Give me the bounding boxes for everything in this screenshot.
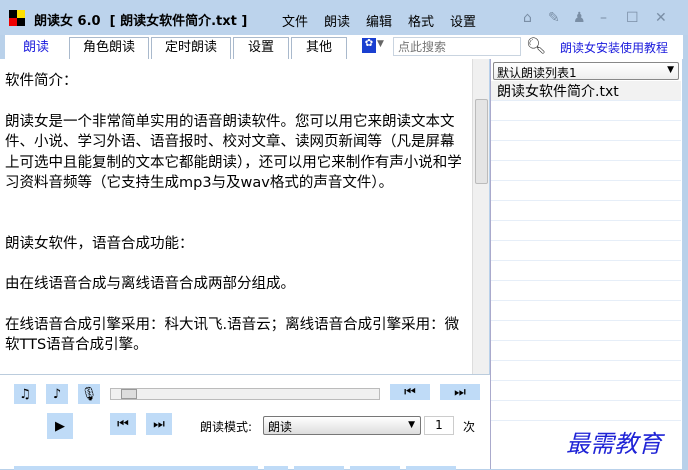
- chevron-down-icon: ▼: [408, 420, 415, 430]
- search-icon[interactable]: 🔍︎: [526, 36, 546, 55]
- empty-row: [491, 381, 681, 401]
- menu-file[interactable]: 文件: [282, 11, 308, 30]
- playback-controls: ♫ ♪ 🎙︎ ⏮ ⏭ ▶ ⏮ ⏭ 朗读模式: 朗读 ▼ 1 次: [0, 374, 490, 470]
- empty-row: [491, 281, 681, 301]
- maximize-icon[interactable]: ☐: [626, 10, 639, 26]
- text-editor[interactable]: 软件简介： 朗读女是一个非常简单实用的语音朗读软件。您可以用它来朗读文本文件、小…: [0, 59, 472, 374]
- window-title: 朗读女 6.0 [ 朗读女软件简介.txt ]: [34, 14, 248, 29]
- next-track-icon[interactable]: ⏭: [440, 384, 480, 400]
- bottom-button[interactable]: [406, 466, 456, 470]
- menu-settings[interactable]: 设置: [450, 11, 476, 30]
- repeat-unit-label: 次: [463, 420, 476, 434]
- playlist-item[interactable]: 朗读女软件简介.txt: [491, 81, 681, 101]
- tab-settings[interactable]: 设置: [233, 37, 289, 59]
- music-file-icon[interactable]: ♫: [14, 384, 36, 404]
- empty-row: [491, 401, 681, 421]
- paragraph: 朗读女软件，语音合成功能：: [5, 235, 194, 252]
- scroll-thumb[interactable]: [475, 99, 488, 184]
- close-icon[interactable]: ✕: [655, 10, 667, 26]
- playlist-select-value: 默认朗读列表1: [497, 66, 577, 80]
- menu-read[interactable]: 朗读: [324, 11, 350, 30]
- empty-row: [491, 341, 681, 361]
- title-bar: 朗读女 6.0 [ 朗读女软件简介.txt ] 文件 朗读 编辑 格式 设置 ⌂…: [0, 0, 688, 35]
- paragraph: 朗读女是一个非常简单实用的语音朗读软件。您可以用它来朗读文本文件、小说、学习外语…: [5, 113, 462, 192]
- bottom-button[interactable]: [14, 466, 258, 470]
- progress-scrollbar[interactable]: [110, 388, 380, 400]
- tool-icon[interactable]: ✎: [548, 10, 560, 26]
- empty-row: [491, 201, 681, 221]
- tab-role-read[interactable]: 角色朗读: [69, 37, 149, 59]
- tab-read[interactable]: 朗读: [5, 37, 67, 59]
- empty-row: [491, 101, 681, 121]
- paragraph: 由在线语音合成与离线语音合成两部分组成。: [5, 276, 295, 292]
- tab-bar: 朗读 角色朗读 定时朗读 设置 其他 ✿ ▼ 🔍︎ 朗读女安装使用教程: [5, 35, 683, 59]
- microphone-icon[interactable]: 🎙︎: [78, 384, 100, 404]
- music-note-icon[interactable]: ♪: [46, 384, 68, 404]
- empty-row: [491, 321, 681, 341]
- paragraph: 软件简介：: [5, 73, 78, 89]
- tutorial-link[interactable]: 朗读女安装使用教程: [560, 39, 668, 56]
- progress-thumb[interactable]: [121, 389, 137, 399]
- read-mode-label: 朗读模式:: [200, 420, 253, 434]
- search-input[interactable]: [393, 37, 521, 56]
- text-scrollbar[interactable]: [472, 59, 489, 374]
- watermark: 最需教育: [566, 430, 662, 458]
- chevron-down-icon: ▼: [667, 65, 674, 75]
- bottom-button[interactable]: [294, 466, 344, 470]
- empty-row: [491, 141, 681, 161]
- read-mode-select[interactable]: 朗读 ▼: [263, 416, 421, 435]
- empty-row: [491, 161, 681, 181]
- read-mode-value: 朗读: [268, 420, 293, 434]
- play-icon[interactable]: ▶: [47, 413, 73, 439]
- minimize-icon[interactable]: –: [600, 10, 607, 26]
- empty-row: [491, 181, 681, 201]
- bottom-button[interactable]: [350, 466, 400, 470]
- empty-row: [491, 221, 681, 241]
- playlist-panel: 默认朗读列表1 ▼ 朗读女软件简介.txt: [490, 59, 682, 469]
- empty-row: [491, 261, 681, 281]
- paragraph: 在线语音合成引擎采用：科大讯飞.语音云；离线语音合成引擎采用：微软TTS语音合成…: [5, 316, 460, 354]
- repeat-count-input[interactable]: 1: [424, 416, 454, 435]
- menu-format[interactable]: 格式: [408, 11, 434, 30]
- playlist-select[interactable]: 默认朗读列表1 ▼: [493, 62, 679, 80]
- tab-other[interactable]: 其他: [291, 37, 347, 59]
- empty-row: [491, 241, 681, 261]
- empty-row: [491, 301, 681, 321]
- tab-timed-read[interactable]: 定时朗读: [151, 37, 231, 59]
- menu-edit[interactable]: 编辑: [366, 11, 392, 30]
- prev-sentence-icon[interactable]: ⏮: [110, 413, 136, 435]
- empty-row: [491, 121, 681, 141]
- app-logo-icon: [9, 10, 25, 26]
- next-sentence-icon[interactable]: ⏭: [146, 413, 172, 435]
- home-icon[interactable]: ⌂: [523, 10, 532, 26]
- prev-track-icon[interactable]: ⏮: [390, 384, 430, 400]
- bottom-button[interactable]: [264, 466, 288, 470]
- empty-row: [491, 361, 681, 381]
- dropdown-arrow-icon[interactable]: ▼: [377, 39, 384, 49]
- baidu-paw-icon[interactable]: ✿: [362, 38, 376, 53]
- skin-icon[interactable]: ♟: [573, 10, 586, 26]
